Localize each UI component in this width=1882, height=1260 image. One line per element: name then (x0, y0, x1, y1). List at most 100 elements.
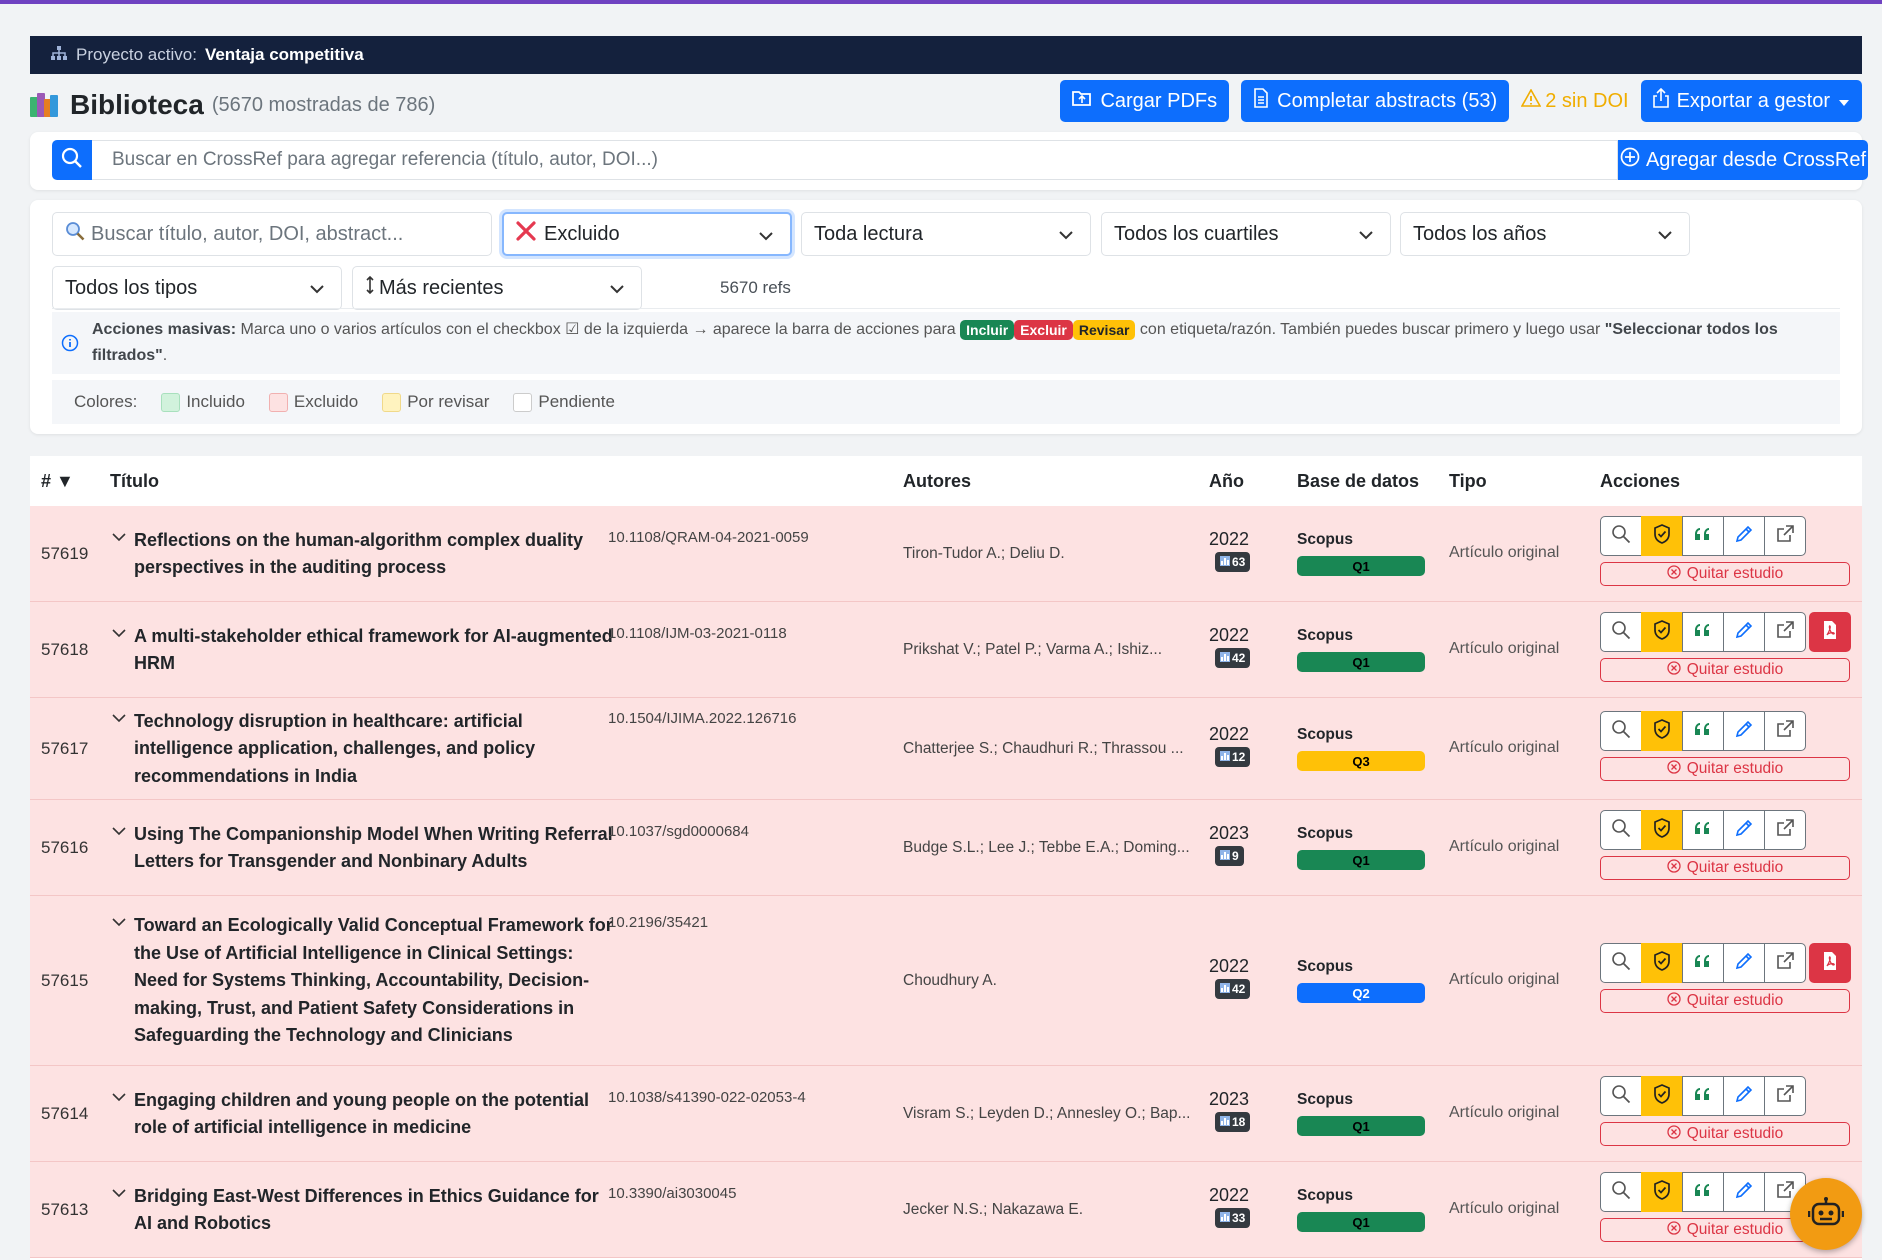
expand-chevron-icon[interactable] (112, 1185, 126, 1203)
view-details-button[interactable] (1600, 612, 1642, 652)
expand-chevron-icon[interactable] (112, 710, 126, 728)
table-row[interactable]: 57618 A multi-stakeholder ethical framew… (30, 602, 1862, 698)
year-filter-select[interactable]: Todos los años (1400, 212, 1690, 256)
table-row[interactable]: 57615 Toward an Ecologically Valid Conce… (30, 896, 1862, 1066)
edit-button[interactable] (1723, 612, 1765, 652)
cite-button[interactable] (1682, 1172, 1724, 1212)
add-from-crossref-button[interactable]: Agregar desde CrossRef (1618, 140, 1868, 180)
external-link-icon (1775, 524, 1795, 549)
row-action-buttons (1600, 943, 1851, 983)
edit-button[interactable] (1723, 1172, 1765, 1212)
upload-pdfs-button[interactable]: Cargar PDFs (1060, 80, 1230, 122)
reading-filter-select[interactable]: Toda lectura (801, 212, 1091, 256)
books-icon (30, 93, 58, 117)
row-doi[interactable]: 10.1108/QRAM-04-2021-0059 (608, 529, 809, 546)
cite-button[interactable] (1682, 516, 1724, 556)
crossref-search-input[interactable]: Buscar en CrossRef para agregar referenc… (92, 140, 1618, 180)
expand-chevron-icon[interactable] (112, 1089, 126, 1107)
view-details-button[interactable] (1600, 711, 1642, 751)
screening-button[interactable] (1641, 1076, 1683, 1116)
row-authors: Choudhury A. (903, 972, 997, 989)
crossref-search-button[interactable] (52, 140, 92, 180)
quartile-badge: Q1 (1297, 1116, 1425, 1136)
edit-button[interactable] (1723, 943, 1765, 983)
view-details-button[interactable] (1600, 516, 1642, 556)
remove-study-button[interactable]: Quitar estudio (1600, 856, 1850, 880)
sort-select[interactable]: Más recientes (352, 266, 642, 310)
col-authors-header[interactable]: Autores (903, 471, 971, 492)
chevron-down-icon (1058, 226, 1074, 249)
col-type-header[interactable]: Tipo (1449, 471, 1487, 492)
quartile-filter-value: Todos los cuartiles (1114, 222, 1279, 245)
cite-button[interactable] (1682, 943, 1724, 983)
search-icon (1611, 719, 1631, 744)
expand-chevron-icon[interactable] (112, 625, 126, 643)
remove-study-button[interactable]: Quitar estudio (1600, 1122, 1850, 1146)
quartile-badge: Q1 (1297, 1212, 1425, 1232)
col-num-header[interactable]: # ▼ (41, 471, 74, 492)
row-doi[interactable]: 10.3390/ai3030045 (608, 1185, 736, 1202)
col-db-header[interactable]: Base de datos (1297, 471, 1419, 492)
screening-button[interactable] (1641, 1172, 1683, 1212)
complete-abstracts-button[interactable]: Completar abstracts (53) (1241, 80, 1510, 122)
row-doi[interactable]: 10.1038/s41390-022-02053-4 (608, 1089, 806, 1106)
table-row[interactable]: 57614 Engaging children and young people… (30, 1066, 1862, 1162)
edit-button[interactable] (1723, 1076, 1765, 1116)
screening-button[interactable] (1641, 810, 1683, 850)
library-search-input[interactable]: Buscar título, autor, DOI, abstract... (52, 212, 492, 256)
cite-button[interactable] (1682, 1076, 1724, 1116)
open-external-button[interactable] (1764, 1076, 1806, 1116)
row-doi[interactable]: 10.2196/35421 (608, 914, 708, 931)
missing-doi-warning[interactable]: 2 sin DOI (1520, 88, 1629, 113)
row-doi[interactable]: 10.1037/sgd0000684 (608, 823, 749, 840)
view-details-button[interactable] (1600, 943, 1642, 983)
shield-check-icon (1653, 1083, 1671, 1109)
view-details-button[interactable] (1600, 810, 1642, 850)
assistant-bot-button[interactable] (1790, 1178, 1862, 1250)
remove-study-button[interactable]: Quitar estudio (1600, 658, 1850, 682)
refs-count: 5670 refs (720, 278, 791, 297)
col-year-header[interactable]: Año (1209, 471, 1244, 492)
cite-button[interactable] (1682, 711, 1724, 751)
open-pdf-button[interactable] (1809, 943, 1851, 983)
cite-button[interactable] (1682, 612, 1724, 652)
open-external-button[interactable] (1764, 612, 1806, 652)
view-details-button[interactable] (1600, 1172, 1642, 1212)
table-row[interactable]: 57617 Technology disruption in healthcar… (30, 698, 1862, 800)
edit-button[interactable] (1723, 516, 1765, 556)
pencil-icon (1734, 620, 1754, 645)
expand-chevron-icon[interactable] (112, 529, 126, 547)
open-external-button[interactable] (1764, 711, 1806, 751)
open-external-button[interactable] (1764, 943, 1806, 983)
export-manager-dropdown[interactable]: Exportar a gestor (1640, 80, 1862, 122)
open-external-button[interactable] (1764, 516, 1806, 556)
expand-chevron-icon[interactable] (112, 823, 126, 841)
screening-button[interactable] (1641, 516, 1683, 556)
edit-button[interactable] (1723, 711, 1765, 751)
row-year: 2022 (1209, 724, 1250, 744)
col-title-header[interactable]: Título (110, 471, 159, 492)
screening-button[interactable] (1641, 711, 1683, 751)
table-row[interactable]: 57616 Using The Companionship Model When… (30, 800, 1862, 896)
remove-study-button[interactable]: Quitar estudio (1600, 989, 1850, 1013)
active-project-bar: Proyecto activo: Ventaja competitiva (30, 36, 1862, 74)
open-external-button[interactable] (1764, 810, 1806, 850)
table-row[interactable]: 57619 Reflections on the human-algorithm… (30, 506, 1862, 602)
edit-button[interactable] (1723, 810, 1765, 850)
cite-button[interactable] (1682, 810, 1724, 850)
results-count: (5670 mostradas de 786) (211, 93, 436, 116)
screening-button[interactable] (1641, 612, 1683, 652)
status-filter-select[interactable]: Excluido (502, 212, 792, 256)
pdf-icon (1822, 951, 1838, 976)
quartile-filter-select[interactable]: Todos los cuartiles (1101, 212, 1391, 256)
remove-study-button[interactable]: Quitar estudio (1600, 757, 1850, 781)
view-details-button[interactable] (1600, 1076, 1642, 1116)
type-filter-select[interactable]: Todos los tipos (52, 266, 342, 310)
table-row[interactable]: 57613 Bridging East-West Differences in … (30, 1162, 1862, 1258)
row-doi[interactable]: 10.1504/IJIMA.2022.126716 (608, 710, 796, 727)
remove-study-button[interactable]: Quitar estudio (1600, 562, 1850, 586)
row-doi[interactable]: 10.1108/IJM-03-2021-0118 (608, 625, 787, 642)
open-pdf-button[interactable] (1809, 612, 1851, 652)
expand-chevron-icon[interactable] (112, 914, 126, 932)
screening-button[interactable] (1641, 943, 1683, 983)
